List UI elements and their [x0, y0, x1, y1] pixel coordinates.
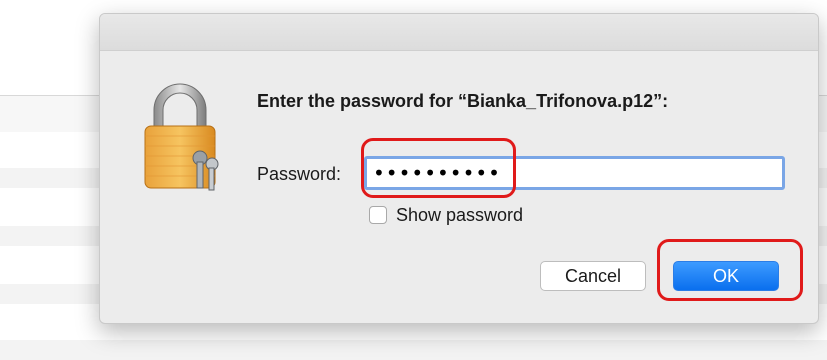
- cancel-button[interactable]: Cancel: [540, 261, 646, 291]
- password-highlight-annotation: [361, 138, 516, 198]
- show-password-checkbox[interactable]: [369, 206, 387, 224]
- background-row: [0, 340, 827, 360]
- dialog-heading: Enter the password for “Bianka_Trifonova…: [257, 91, 669, 111]
- lock-with-keys-icon: [142, 80, 224, 192]
- dialog-titlebar: [100, 14, 818, 51]
- ok-highlight-annotation: [657, 239, 803, 301]
- show-password-label[interactable]: Show password: [396, 205, 523, 226]
- password-label: Password:: [257, 164, 342, 184]
